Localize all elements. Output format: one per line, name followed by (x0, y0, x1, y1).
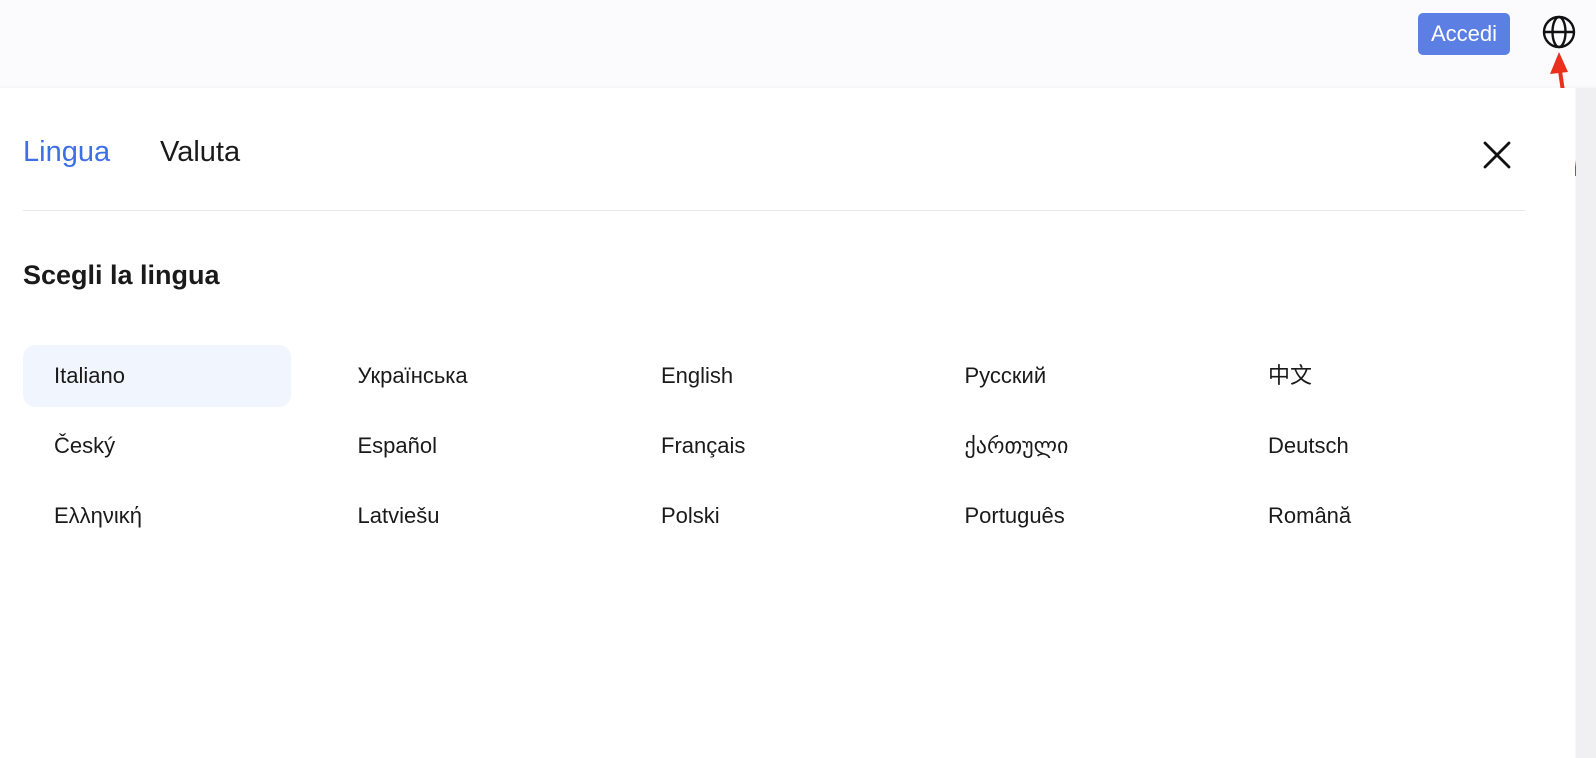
close-icon[interactable] (1480, 138, 1514, 172)
language-option-portuguese[interactable]: Português (934, 485, 1202, 547)
language-option-russian[interactable]: Русский (934, 345, 1202, 407)
tab-lingua[interactable]: Lingua (23, 134, 110, 170)
globe-icon[interactable] (1541, 14, 1577, 50)
language-option-ukrainian[interactable]: Українська (327, 345, 595, 407)
language-option-romanian[interactable]: Română (1237, 485, 1505, 547)
language-list: Italiano Українська English Русский 中文 Č… (23, 345, 1543, 555)
language-option-english[interactable]: English (630, 345, 898, 407)
divider (23, 210, 1525, 211)
login-button[interactable]: Accedi (1418, 13, 1510, 55)
language-option-czech[interactable]: Český (23, 415, 291, 477)
tab-valuta[interactable]: Valuta (160, 134, 240, 170)
language-option-polish[interactable]: Polski (630, 485, 898, 547)
language-option-greek[interactable]: Ελληνική (23, 485, 291, 547)
language-option-spanish[interactable]: Español (327, 415, 595, 477)
language-option-georgian[interactable]: ქართული (934, 415, 1202, 477)
section-heading: Scegli la lingua (23, 260, 220, 290)
language-option-chinese[interactable]: 中文 (1237, 345, 1505, 407)
language-option-latvian[interactable]: Latviešu (327, 485, 595, 547)
language-option-german[interactable]: Deutsch (1237, 415, 1505, 477)
language-option-french[interactable]: Français (630, 415, 898, 477)
language-option-italiano[interactable]: Italiano (23, 345, 291, 407)
top-bar: Accedi (0, 0, 1596, 86)
scrollbar[interactable] (1576, 88, 1596, 758)
